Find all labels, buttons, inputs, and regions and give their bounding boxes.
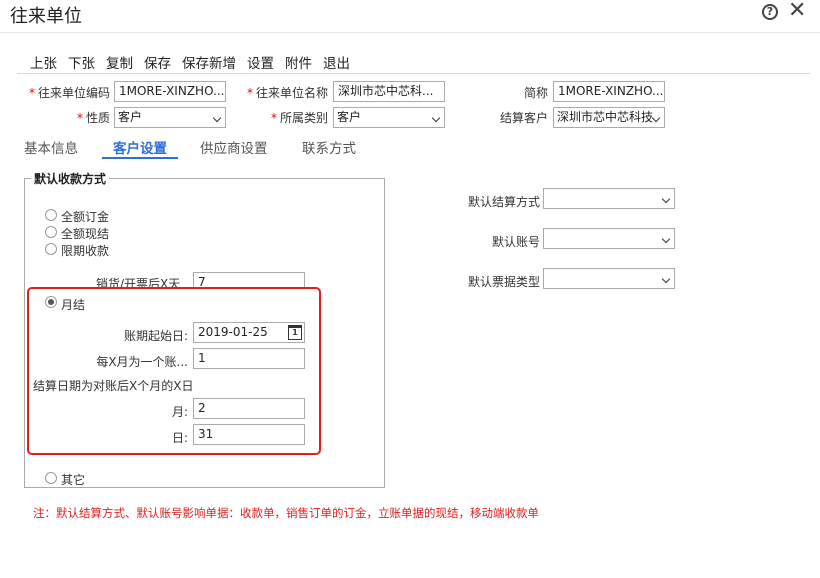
full-deposit-label: 全额订金 <box>61 210 110 224</box>
default-settle-method-select[interactable] <box>543 188 675 209</box>
title-bar: 往来单位 ? ✕ <box>0 0 820 30</box>
chevron-down-icon <box>431 113 441 123</box>
short-name-label: 简称 <box>523 86 548 100</box>
default-account-select[interactable] <box>543 228 675 249</box>
tab-customer-settings[interactable]: 客户设置 <box>113 137 167 157</box>
tab-basic-info[interactable]: 基本信息 <box>24 137 78 157</box>
help-icon[interactable]: ? <box>762 4 778 20</box>
next-record-button[interactable]: 下张 <box>68 52 95 72</box>
close-icon[interactable]: ✕ <box>788 0 806 23</box>
receipt-method-legend: 默认收款方式 <box>31 170 110 187</box>
full-cash-radio[interactable] <box>45 226 57 238</box>
name-input[interactable]: 深圳市芯中芯科... <box>333 81 445 102</box>
save-button[interactable]: 保存 <box>144 52 171 72</box>
chevron-down-icon <box>661 194 671 204</box>
limited-term-radio[interactable] <box>45 243 57 255</box>
window-title: 往来单位 <box>10 6 82 27</box>
toolbar-divider <box>17 73 810 74</box>
chevron-down-icon <box>661 274 671 284</box>
code-label: * 往来单位编码 <box>28 86 110 100</box>
category-label: * 所属类别 <box>270 111 328 125</box>
default-settle-method-label: 默认结算方式 <box>467 195 540 209</box>
exit-button[interactable]: 退出 <box>323 52 350 72</box>
copy-button[interactable]: 复制 <box>106 52 133 72</box>
toolbar: 上张 下张 复制 保存 保存新增 设置 附件 退出 <box>30 52 361 72</box>
chevron-down-icon <box>661 234 671 244</box>
highlight-box <box>27 287 321 455</box>
default-account-label: 默认账号 <box>491 235 540 249</box>
settings-button[interactable]: 设置 <box>247 52 274 72</box>
settle-customer-select[interactable]: 深圳市芯中芯科技 <box>553 107 665 128</box>
settle-customer-label: 结算客户 <box>499 111 548 125</box>
active-tab-indicator <box>102 157 178 159</box>
save-and-new-button[interactable]: 保存新增 <box>182 52 236 72</box>
limited-term-label: 限期收款 <box>61 244 110 258</box>
default-bill-type-label: 默认票据类型 <box>467 275 540 289</box>
other-radio[interactable] <box>45 472 57 484</box>
other-label: 其它 <box>61 473 86 487</box>
default-bill-type-select[interactable] <box>543 268 675 289</box>
days-after-input[interactable]: 7 <box>193 272 305 288</box>
category-select[interactable]: 客户 <box>333 107 445 128</box>
nature-label: * 性质 <box>76 111 110 125</box>
name-label: * 往来单位名称 <box>246 86 328 100</box>
nature-select[interactable]: 客户 <box>114 107 226 128</box>
footer-note: 注：默认结算方式、默认账号影响单据：收款单，销售订单的订金，立账单据的现结，移动… <box>33 506 539 520</box>
title-divider <box>0 32 820 33</box>
tab-contact-info[interactable]: 联系方式 <box>302 137 356 157</box>
full-deposit-radio[interactable] <box>45 209 57 221</box>
tab-supplier-settings[interactable]: 供应商设置 <box>200 137 268 157</box>
prev-record-button[interactable]: 上张 <box>30 52 57 72</box>
code-input[interactable]: 1MORE-XINZHO... <box>114 81 226 102</box>
full-cash-label: 全额现结 <box>61 227 110 241</box>
attachment-button[interactable]: 附件 <box>285 52 312 72</box>
chevron-down-icon <box>651 113 661 123</box>
chevron-down-icon <box>212 113 222 123</box>
short-name-input[interactable]: 1MORE-XINZHO... <box>553 81 665 102</box>
